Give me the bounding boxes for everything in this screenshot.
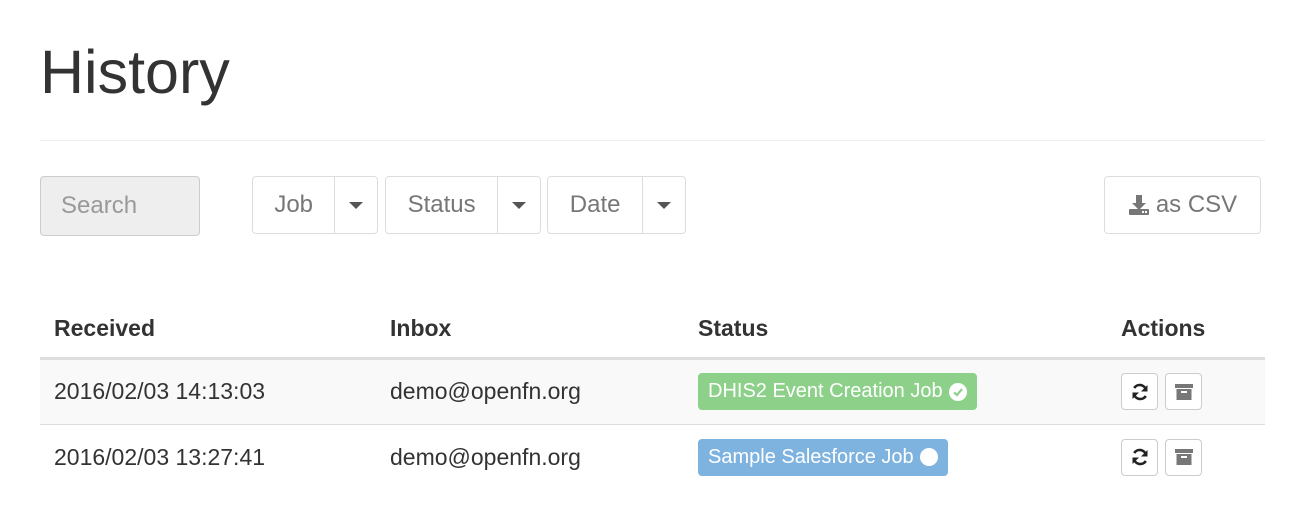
status-badge[interactable]: DHIS2 Event Creation Job xyxy=(698,373,977,410)
header-inbox: Inbox xyxy=(376,300,684,360)
job-filter-button[interactable]: Job xyxy=(253,177,336,233)
date-filter-toggle[interactable] xyxy=(643,177,685,233)
caret-down-icon xyxy=(512,201,527,209)
received-cell: 2016/02/03 13:27:41 xyxy=(40,423,376,490)
status-filter-dropdown: Status xyxy=(385,176,541,234)
retry-button[interactable] xyxy=(1121,438,1158,476)
job-filter-toggle[interactable] xyxy=(335,177,377,233)
header-actions: Actions xyxy=(1107,300,1265,360)
archive-icon xyxy=(1174,383,1193,400)
page-title: History xyxy=(40,38,230,106)
caret-down-icon xyxy=(657,201,672,209)
export-csv-label: as CSV xyxy=(1155,191,1238,218)
status-filter-label: Status xyxy=(407,191,476,218)
date-filter-dropdown: Date xyxy=(547,176,686,234)
divider xyxy=(40,140,1265,141)
status-cell: DHIS2 Event Creation Job xyxy=(684,358,1107,424)
date-filter-label: Date xyxy=(569,191,621,218)
status-badge-label: DHIS2 Event Creation Job xyxy=(708,380,943,402)
archive-button[interactable] xyxy=(1165,373,1202,410)
inbox-cell: demo@openfn.org xyxy=(390,378,581,404)
header-received: Received xyxy=(40,300,376,360)
export-csv-button[interactable]: as CSV xyxy=(1104,176,1261,234)
status-badge[interactable]: Sample Salesforce Job xyxy=(698,438,948,476)
actions-cell xyxy=(1107,423,1265,490)
inbox-cell: demo@openfn.org xyxy=(376,423,684,490)
status-cell: Sample Salesforce Job xyxy=(684,423,1107,490)
job-filter-label: Job xyxy=(274,191,314,218)
actions-cell xyxy=(1107,358,1265,424)
refresh-icon xyxy=(1132,449,1147,466)
history-table: Received Inbox Status Actions 2016/02/03… xyxy=(40,300,1265,490)
status-filter-button[interactable]: Status xyxy=(386,177,499,233)
download-icon xyxy=(1128,195,1149,215)
circle-icon xyxy=(919,448,938,467)
date-filter-button[interactable]: Date xyxy=(548,177,644,233)
check-circle-icon xyxy=(948,382,967,401)
status-filter-toggle[interactable] xyxy=(498,177,540,233)
refresh-icon xyxy=(1132,383,1147,400)
received-cell: 2016/02/03 14:13:03 xyxy=(54,378,266,404)
table-row: 2016/02/03 14:13:03 demo@openfn.org DHIS… xyxy=(40,358,1265,424)
status-badge-label: Sample Salesforce Job xyxy=(708,445,914,468)
search-input[interactable] xyxy=(40,176,200,236)
table-row: 2016/02/03 13:27:41 demo@openfn.org Samp… xyxy=(40,423,1265,490)
table-header-row: Received Inbox Status Actions xyxy=(40,300,1265,360)
archive-button[interactable] xyxy=(1165,438,1202,476)
header-status: Status xyxy=(684,300,1107,360)
job-filter-dropdown: Job xyxy=(252,176,378,234)
archive-icon xyxy=(1174,449,1193,466)
caret-down-icon xyxy=(349,201,364,209)
retry-button[interactable] xyxy=(1121,373,1158,410)
